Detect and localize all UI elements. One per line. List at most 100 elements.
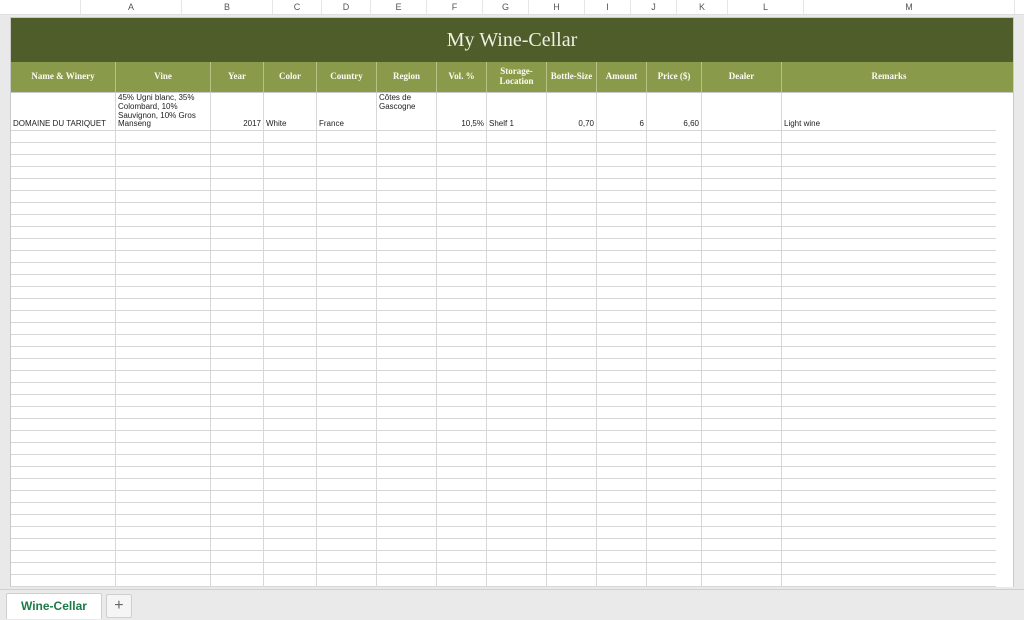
cell-remarks[interactable] bbox=[782, 407, 996, 419]
cell-bottle[interactable] bbox=[547, 347, 597, 359]
cell-remarks[interactable] bbox=[782, 167, 996, 179]
cell-dealer[interactable] bbox=[702, 179, 782, 191]
cell-dealer[interactable] bbox=[702, 335, 782, 347]
cell-storage[interactable] bbox=[487, 323, 547, 335]
cell-storage[interactable] bbox=[487, 179, 547, 191]
cell-price[interactable]: 6,60 bbox=[647, 93, 702, 131]
cell-remarks[interactable] bbox=[782, 479, 996, 491]
cell-region[interactable] bbox=[377, 239, 437, 251]
cell-price[interactable] bbox=[647, 227, 702, 239]
cell-bottle[interactable] bbox=[547, 443, 597, 455]
cell-vine[interactable] bbox=[116, 503, 211, 515]
column-header-C[interactable]: C bbox=[273, 0, 322, 14]
empty-row[interactable] bbox=[11, 239, 1013, 251]
cell-storage[interactable] bbox=[487, 155, 547, 167]
cell-dealer[interactable] bbox=[702, 503, 782, 515]
cell-region[interactable] bbox=[377, 551, 437, 563]
cell-region[interactable] bbox=[377, 131, 437, 143]
cell-remarks[interactable] bbox=[782, 143, 996, 155]
column-header-L[interactable]: L bbox=[728, 0, 804, 14]
cell-storage[interactable] bbox=[487, 347, 547, 359]
cell-vol[interactable] bbox=[437, 275, 487, 287]
cell-storage[interactable] bbox=[487, 227, 547, 239]
empty-row[interactable] bbox=[11, 551, 1013, 563]
empty-row[interactable] bbox=[11, 143, 1013, 155]
cell-amount[interactable] bbox=[597, 299, 647, 311]
cell-price[interactable] bbox=[647, 551, 702, 563]
cell-year[interactable] bbox=[211, 443, 264, 455]
cell-vol[interactable] bbox=[437, 467, 487, 479]
cell-vine[interactable] bbox=[116, 299, 211, 311]
cell-vol[interactable] bbox=[437, 311, 487, 323]
cell-amount[interactable] bbox=[597, 551, 647, 563]
cell-dealer[interactable] bbox=[702, 251, 782, 263]
cell-country[interactable] bbox=[317, 359, 377, 371]
cell-year[interactable] bbox=[211, 515, 264, 527]
header-bottle[interactable]: Bottle-Size bbox=[547, 62, 597, 92]
cell-country[interactable] bbox=[317, 527, 377, 539]
cell-bottle[interactable] bbox=[547, 263, 597, 275]
cell-vol[interactable] bbox=[437, 215, 487, 227]
cell-storage[interactable] bbox=[487, 575, 547, 587]
cell-year[interactable] bbox=[211, 419, 264, 431]
cell-vine[interactable] bbox=[116, 335, 211, 347]
cell-bottle[interactable] bbox=[547, 455, 597, 467]
cell-name[interactable] bbox=[11, 335, 116, 347]
cell-year[interactable]: 2017 bbox=[211, 93, 264, 131]
empty-row[interactable] bbox=[11, 455, 1013, 467]
cell-vol[interactable] bbox=[437, 371, 487, 383]
cell-name[interactable] bbox=[11, 503, 116, 515]
cell-region[interactable] bbox=[377, 143, 437, 155]
cell-dealer[interactable] bbox=[702, 527, 782, 539]
cell-amount[interactable] bbox=[597, 491, 647, 503]
cell-bottle[interactable] bbox=[547, 395, 597, 407]
cell-amount[interactable]: 6 bbox=[597, 93, 647, 131]
cell-vine[interactable] bbox=[116, 467, 211, 479]
cell-amount[interactable] bbox=[597, 203, 647, 215]
cell-vine[interactable] bbox=[116, 371, 211, 383]
cell-dealer[interactable] bbox=[702, 191, 782, 203]
cell-bottle[interactable] bbox=[547, 299, 597, 311]
cell-storage[interactable] bbox=[487, 299, 547, 311]
cell-price[interactable] bbox=[647, 323, 702, 335]
cell-country[interactable] bbox=[317, 539, 377, 551]
header-remarks[interactable]: Remarks bbox=[782, 62, 996, 92]
cell-vol[interactable] bbox=[437, 527, 487, 539]
cell-bottle[interactable] bbox=[547, 383, 597, 395]
cell-bottle[interactable] bbox=[547, 467, 597, 479]
cell-amount[interactable] bbox=[597, 215, 647, 227]
cell-vine[interactable] bbox=[116, 359, 211, 371]
empty-row[interactable] bbox=[11, 443, 1013, 455]
cell-bottle[interactable] bbox=[547, 503, 597, 515]
cell-storage[interactable] bbox=[487, 503, 547, 515]
cell-country[interactable] bbox=[317, 383, 377, 395]
cell-price[interactable] bbox=[647, 179, 702, 191]
cell-dealer[interactable] bbox=[702, 155, 782, 167]
cell-country[interactable] bbox=[317, 155, 377, 167]
cell-region[interactable] bbox=[377, 287, 437, 299]
cell-year[interactable] bbox=[211, 167, 264, 179]
cell-price[interactable] bbox=[647, 527, 702, 539]
empty-row[interactable] bbox=[11, 407, 1013, 419]
cell-color[interactable] bbox=[264, 431, 317, 443]
cell-color[interactable] bbox=[264, 563, 317, 575]
cell-year[interactable] bbox=[211, 191, 264, 203]
cell-color[interactable] bbox=[264, 383, 317, 395]
header-region[interactable]: Region bbox=[377, 62, 437, 92]
cell-vol[interactable] bbox=[437, 407, 487, 419]
cell-bottle[interactable] bbox=[547, 251, 597, 263]
cell-country[interactable] bbox=[317, 443, 377, 455]
empty-row[interactable] bbox=[11, 371, 1013, 383]
cell-remarks[interactable] bbox=[782, 131, 996, 143]
cell-remarks[interactable] bbox=[782, 299, 996, 311]
cell-color[interactable] bbox=[264, 407, 317, 419]
cell-storage[interactable] bbox=[487, 383, 547, 395]
cell-vol[interactable] bbox=[437, 143, 487, 155]
cell-region[interactable] bbox=[377, 431, 437, 443]
cell-year[interactable] bbox=[211, 335, 264, 347]
cell-country[interactable] bbox=[317, 455, 377, 467]
cell-name[interactable] bbox=[11, 179, 116, 191]
cell-name[interactable] bbox=[11, 251, 116, 263]
cell-amount[interactable] bbox=[597, 323, 647, 335]
cell-region[interactable] bbox=[377, 539, 437, 551]
